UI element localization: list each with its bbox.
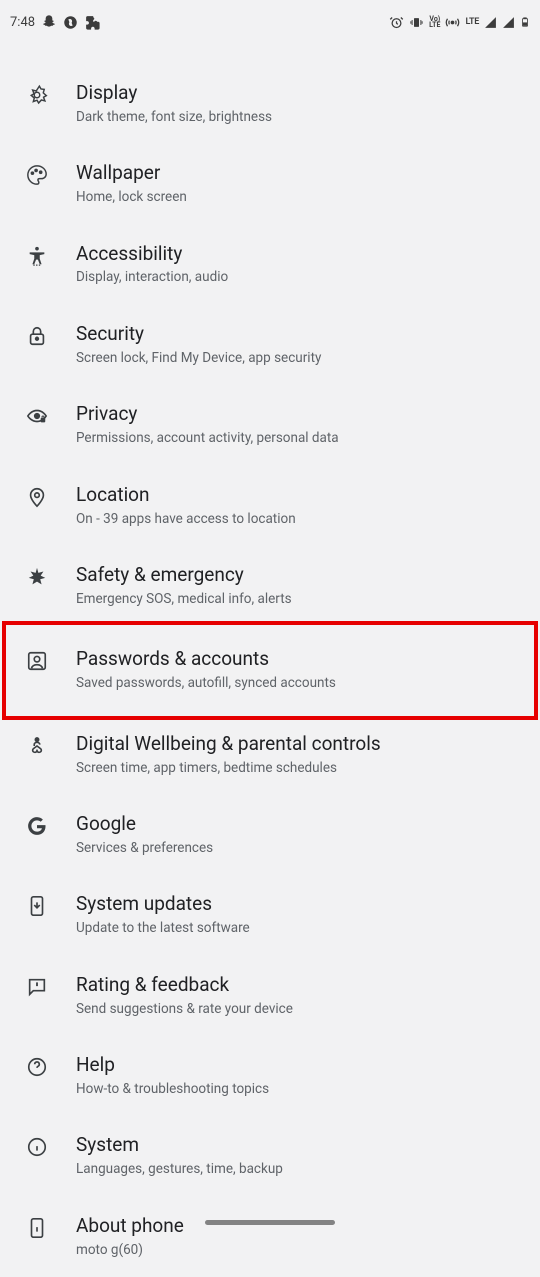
item-title: Rating & feedback [76,974,520,997]
item-title: System [76,1134,520,1157]
phone-info-icon [26,1215,76,1239]
item-subtitle: Home, lock screen [76,189,520,207]
settings-item-location[interactable]: Location On - 39 apps have access to loc… [0,466,540,546]
item-title: Passwords & accounts [76,648,520,671]
medical-asterisk-icon [26,564,76,588]
battery-icon [520,14,530,30]
accessibility-icon [26,243,76,267]
signal-1-icon [484,16,497,29]
settings-item-privacy[interactable]: Privacy Permissions, account activity, p… [0,385,540,465]
settings-item-system[interactable]: System Languages, gestures, time, backup [0,1116,540,1196]
item-subtitle: Languages, gestures, time, backup [76,1161,520,1179]
system-update-icon [26,893,76,917]
item-subtitle: Services & preferences [76,840,520,858]
item-subtitle: moto g(60) [76,1242,520,1260]
item-subtitle: Emergency SOS, medical info, alerts [76,591,520,609]
settings-item-safety[interactable]: Safety & emergency Emergency SOS, medica… [0,546,540,626]
palette-icon [26,162,76,186]
item-title: Privacy [76,403,520,426]
info-circle-icon [26,1134,76,1158]
status-right: Vo)LTE LTE [389,14,530,30]
item-title: System updates [76,893,520,916]
help-circle-icon [26,1054,76,1078]
status-left: 7:48 [10,14,101,31]
puzzle-icon [84,14,101,31]
item-subtitle: Permissions, account activity, personal … [76,430,520,448]
item-subtitle: Screen time, app timers, bedtime schedul… [76,760,520,778]
settings-item-rating[interactable]: Rating & feedback Send suggestions & rat… [0,956,540,1036]
settings-item-updates[interactable]: System updates Update to the latest soft… [0,875,540,955]
item-title: Digital Wellbeing & parental controls [76,733,520,756]
item-subtitle: Send suggestions & rate your device [76,1001,520,1019]
item-title: Wallpaper [76,162,520,185]
wellbeing-icon [26,733,76,757]
account-box-icon [26,648,76,672]
shazam-icon [63,15,78,30]
gesture-nav-handle[interactable] [205,1220,335,1225]
settings-item-security[interactable]: Security Screen lock, Find My Device, ap… [0,305,540,385]
settings-list: Display Dark theme, font size, brightnes… [0,44,540,1277]
settings-item-wallpaper[interactable]: Wallpaper Home, lock screen [0,144,540,224]
lock-icon [26,323,76,347]
location-pin-icon [26,484,76,508]
lte-label: LTE [465,17,479,27]
item-subtitle: Saved passwords, autofill, synced accoun… [76,675,520,693]
item-title: Accessibility [76,243,520,266]
snapchat-icon [41,14,57,30]
settings-item-wellbeing[interactable]: Digital Wellbeing & parental controls Sc… [0,715,540,795]
item-subtitle: Screen lock, Find My Device, app securit… [76,350,520,368]
settings-item-about[interactable]: About phone moto g(60) [0,1197,540,1277]
settings-item-display[interactable]: Display Dark theme, font size, brightnes… [0,64,540,144]
alarm-icon [389,15,404,30]
settings-item-help[interactable]: Help How-to & troubleshooting topics [0,1036,540,1116]
vibrate-icon [409,15,424,30]
item-title: Location [76,484,520,507]
google-g-icon [26,813,76,837]
status-time: 7:48 [10,15,35,30]
item-subtitle: How-to & troubleshooting topics [76,1081,520,1099]
settings-item-passwords[interactable]: Passwords & accounts Saved passwords, au… [0,626,540,714]
item-subtitle: Dark theme, font size, brightness [76,109,520,127]
brightness-icon [26,82,76,106]
hotspot-icon [445,15,460,30]
item-subtitle: Update to the latest software [76,920,520,938]
item-title: Help [76,1054,520,1077]
privacy-eye-icon [26,403,76,427]
item-title: About phone [76,1215,520,1238]
item-title: Google [76,813,520,836]
item-title: Security [76,323,520,346]
item-title: Display [76,82,520,105]
settings-item-google[interactable]: Google Services & preferences [0,795,540,875]
feedback-icon [26,974,76,998]
status-bar: 7:48 Vo)LTE LTE [0,0,540,44]
item-subtitle: Display, interaction, audio [76,269,520,287]
item-title: Safety & emergency [76,564,520,587]
settings-item-accessibility[interactable]: Accessibility Display, interaction, audi… [0,225,540,305]
volte-icon: Vo)LTE [429,16,440,29]
item-subtitle: On - 39 apps have access to location [76,511,520,529]
signal-2-icon [502,16,515,29]
